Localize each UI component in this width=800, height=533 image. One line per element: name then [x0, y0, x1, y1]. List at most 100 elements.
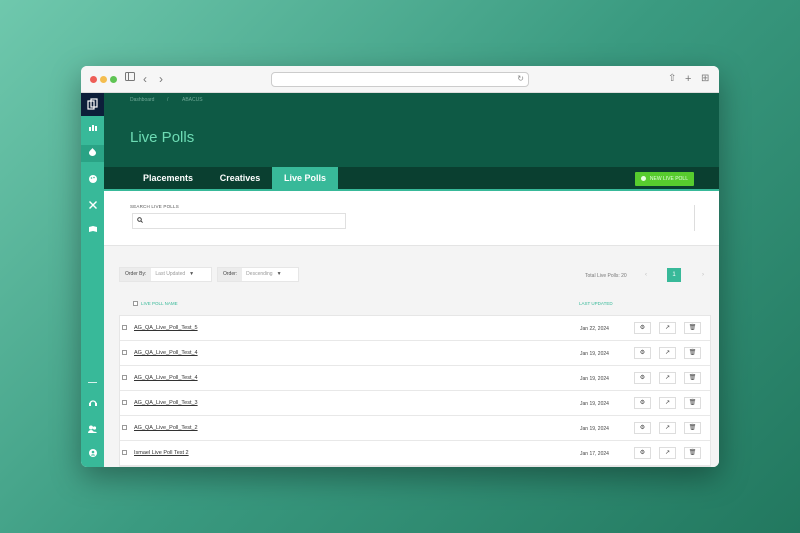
- gear-icon: ⚙: [639, 450, 646, 456]
- chevron-down-icon: ▼: [189, 271, 195, 277]
- poll-name-link[interactable]: AG_QA_Live_Poll_Test_4: [134, 375, 198, 381]
- tabs-bar: Placements Creatives Live Polls NEW LIVE…: [104, 167, 719, 191]
- flame-icon[interactable]: [81, 145, 104, 162]
- poll-name-link[interactable]: AG_QA_Live_Poll_Test_5: [134, 325, 198, 331]
- row-checkbox[interactable]: [122, 400, 127, 405]
- search-label: SEARCH LIVE POLLS: [130, 204, 179, 209]
- search-divider: [694, 205, 695, 231]
- edit-button[interactable]: ↗: [659, 422, 676, 434]
- gear-icon: ⚙: [639, 375, 646, 381]
- delete-button[interactable]: 🗑: [684, 347, 701, 359]
- row-checkbox[interactable]: [122, 325, 127, 330]
- settings-button[interactable]: ⚙: [634, 372, 651, 384]
- row-checkbox[interactable]: [122, 375, 127, 380]
- pagination-prev[interactable]: ‹: [639, 268, 653, 282]
- delete-button[interactable]: 🗑: [684, 447, 701, 459]
- edit-button[interactable]: ↗: [659, 322, 676, 334]
- address-bar[interactable]: ↻: [271, 72, 529, 87]
- tab-live-polls[interactable]: Live Polls: [272, 167, 338, 189]
- support-icon[interactable]: [81, 399, 104, 411]
- new-live-poll-button[interactable]: NEW LIVE POLL: [634, 172, 694, 186]
- trash-icon: 🗑: [688, 350, 697, 356]
- users-icon[interactable]: [81, 425, 104, 437]
- search-input[interactable]: [132, 213, 346, 229]
- app-logo[interactable]: [81, 93, 104, 116]
- palette-icon[interactable]: [81, 175, 104, 187]
- column-header-name-label: LIVE POLL NAME: [141, 301, 178, 306]
- pagination-page-1[interactable]: 1: [667, 268, 681, 282]
- tools-icon[interactable]: [81, 201, 104, 213]
- order-by-select[interactable]: Order By: Last Updated ▼: [119, 267, 212, 282]
- external-edit-icon: ↗: [664, 325, 671, 331]
- delete-button[interactable]: 🗑: [684, 422, 701, 434]
- reload-icon[interactable]: ↻: [517, 74, 524, 83]
- order-select[interactable]: Order: Descending ▼: [217, 267, 299, 282]
- tab-creatives[interactable]: Creatives: [208, 167, 272, 189]
- last-updated-date: Jan 17, 2024: [580, 451, 609, 457]
- row-checkbox[interactable]: [122, 450, 127, 455]
- settings-button[interactable]: ⚙: [634, 347, 651, 359]
- settings-button[interactable]: ⚙: [634, 397, 651, 409]
- new-live-poll-label: NEW LIVE POLL: [649, 176, 688, 182]
- breadcrumb-dashboard[interactable]: Dashboard: [130, 97, 154, 103]
- delete-button[interactable]: 🗑: [684, 372, 701, 384]
- external-edit-icon: ↗: [664, 375, 671, 381]
- table-row[interactable]: AG_QA_Live_Poll_Test_4 Jan 19, 2024 ⚙ ↗ 🗑: [120, 341, 710, 366]
- order-value: Descending: [246, 271, 273, 277]
- breadcrumb-current: ABACUS: [182, 97, 203, 103]
- gear-icon: ⚙: [639, 350, 646, 356]
- edit-button[interactable]: ↗: [659, 397, 676, 409]
- row-checkbox[interactable]: [122, 425, 127, 430]
- external-edit-icon: ↗: [664, 350, 671, 356]
- gear-icon: ⚙: [639, 425, 646, 431]
- back-icon[interactable]: ‹: [143, 72, 147, 86]
- tab-overview-icon[interactable]: ⊞: [701, 72, 709, 86]
- pagination-next[interactable]: ›: [696, 268, 710, 282]
- edit-button[interactable]: ↗: [659, 447, 676, 459]
- poll-name-link[interactable]: AG_QA_Live_Poll_Test_4: [134, 350, 198, 356]
- last-updated-date: Jan 19, 2024: [580, 426, 609, 432]
- account-icon[interactable]: [81, 449, 104, 461]
- row-checkbox[interactable]: [122, 350, 127, 355]
- tab-placements[interactable]: Placements: [130, 167, 206, 189]
- settings-button[interactable]: ⚙: [634, 322, 651, 334]
- sidebar-toggle-icon[interactable]: [125, 72, 135, 86]
- new-tab-icon[interactable]: +: [685, 72, 691, 86]
- browser-window: ‹ › ↻ ⇧ + ⊞ Dashboard / ABACUS Live Poll…: [81, 66, 719, 467]
- column-header-updated[interactable]: LAST UPDATED: [579, 301, 613, 306]
- share-icon[interactable]: ⇧: [668, 72, 676, 86]
- external-edit-icon: ↗: [664, 450, 671, 456]
- settings-button[interactable]: ⚙: [634, 422, 651, 434]
- forward-icon[interactable]: ›: [159, 72, 163, 86]
- edit-button[interactable]: ↗: [659, 347, 676, 359]
- total-count: Total Live Polls: 20: [585, 273, 627, 279]
- edit-button[interactable]: ↗: [659, 372, 676, 384]
- order-by-label: Order By:: [120, 268, 152, 281]
- poll-name-link[interactable]: AG_QA_Live_Poll_Test_2: [134, 425, 198, 431]
- last-updated-date: Jan 22, 2024: [580, 326, 609, 332]
- table-row[interactable]: AG_QA_Live_Poll_Test_5 Jan 22, 2024 ⚙ ↗ 🗑: [120, 316, 710, 341]
- select-all-checkbox[interactable]: [133, 301, 138, 307]
- column-header-name[interactable]: LIVE POLL NAME: [133, 301, 178, 307]
- close-window-button[interactable]: [90, 76, 97, 83]
- last-updated-date: Jan 19, 2024: [580, 351, 609, 357]
- page-title: Live Polls: [130, 129, 195, 146]
- last-updated-date: Jan 19, 2024: [580, 401, 609, 407]
- flag-icon[interactable]: [81, 226, 104, 238]
- delete-button[interactable]: 🗑: [684, 322, 701, 334]
- plus-circle-icon: [640, 176, 646, 182]
- delete-button[interactable]: 🗑: [684, 397, 701, 409]
- table-row[interactable]: AG_QA_Live_Poll_Test_4 Jan 19, 2024 ⚙ ↗ 🗑: [120, 366, 710, 391]
- poll-name-link[interactable]: AG_QA_Live_Poll_Test_3: [134, 400, 198, 406]
- poll-name-link[interactable]: Ismael Live Poll Test 2: [134, 450, 189, 456]
- table-row[interactable]: Ismael Live Poll Test 2 Jan 17, 2024 ⚙ ↗ 🗑: [120, 441, 710, 466]
- gear-icon: ⚙: [639, 325, 646, 331]
- external-edit-icon: ↗: [664, 425, 671, 431]
- table-row[interactable]: AG_QA_Live_Poll_Test_2 Jan 19, 2024 ⚙ ↗ 🗑: [120, 416, 710, 441]
- table-row[interactable]: AG_QA_Live_Poll_Test_3 Jan 19, 2024 ⚙ ↗ 🗑: [120, 391, 710, 416]
- dashboard-icon[interactable]: [81, 123, 104, 135]
- order-by-value: Last Updated: [155, 271, 186, 277]
- minimize-window-button[interactable]: [100, 76, 107, 83]
- maximize-window-button[interactable]: [110, 76, 117, 83]
- settings-button[interactable]: ⚙: [634, 447, 651, 459]
